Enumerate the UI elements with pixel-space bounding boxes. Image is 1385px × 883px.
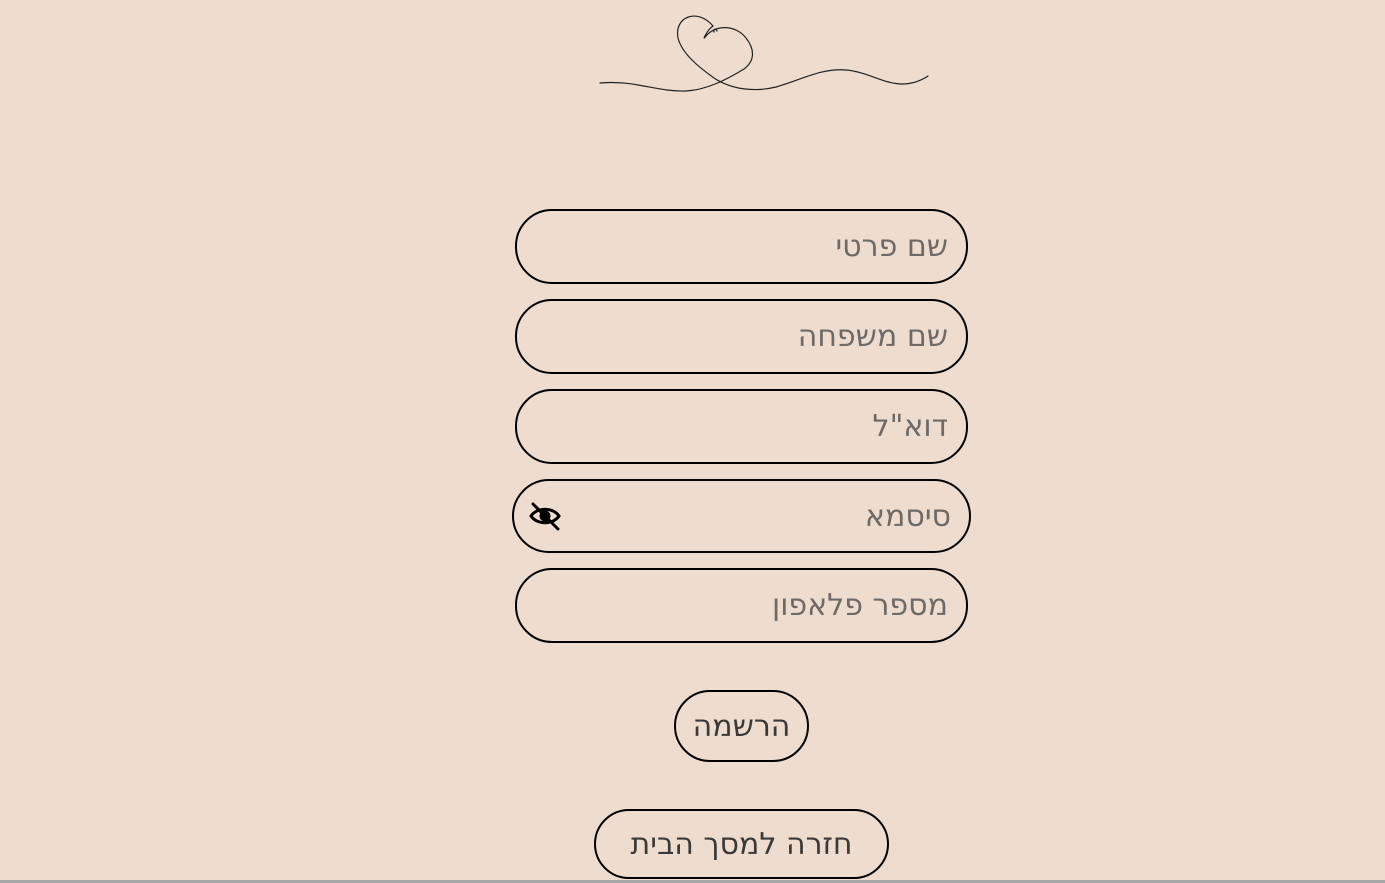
back-to-home-button[interactable]: חזרה למסך הבית (594, 809, 889, 879)
password-field[interactable] (512, 479, 971, 553)
first-name-input[interactable] (517, 211, 966, 282)
email-input[interactable] (517, 391, 966, 462)
phone-input[interactable] (517, 570, 966, 641)
register-button[interactable]: הרשמה (674, 690, 809, 762)
password-input[interactable] (514, 481, 969, 551)
email-field[interactable] (515, 389, 968, 464)
last-name-field[interactable] (515, 299, 968, 374)
eye-off-icon[interactable] (528, 501, 562, 531)
last-name-input[interactable] (517, 301, 966, 372)
first-name-field[interactable] (515, 209, 968, 284)
heart-line-logo-icon (599, 15, 929, 92)
phone-field[interactable] (515, 568, 968, 643)
